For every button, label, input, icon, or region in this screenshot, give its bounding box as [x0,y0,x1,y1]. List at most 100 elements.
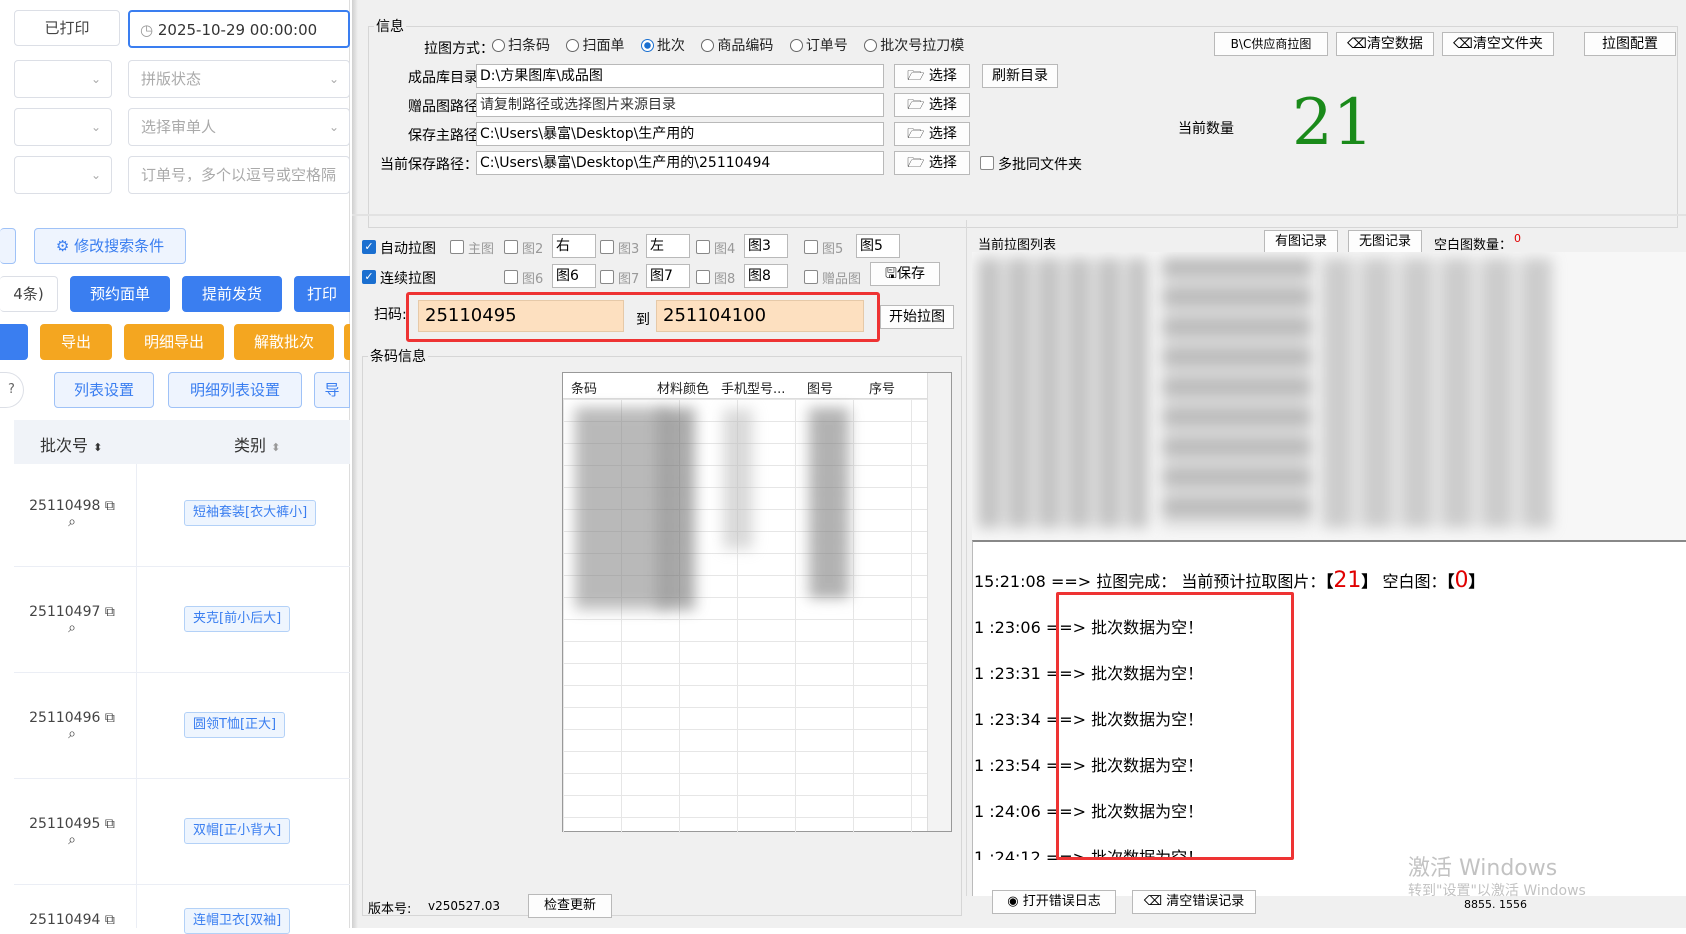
export-button[interactable]: 导出 [40,324,112,360]
check-update-button[interactable]: 检查更新 [528,894,612,918]
img4-value-input[interactable]: 图3 [744,234,788,258]
radio-batch[interactable]: 批次 [640,38,685,54]
copy-icon[interactable]: ⧉ [105,498,115,514]
cur-save-choose-button[interactable]: 🗁 选择 [894,151,970,175]
refresh-dir-button[interactable]: 刷新目录 [982,64,1058,88]
layout-status-select[interactable]: 拼版状态 ⌄ [128,60,350,98]
clear-folder-button[interactable]: ⌫清空文件夹 [1442,32,1554,56]
radio-batch-knife-mold[interactable]: 批次号拉刀模 [864,38,964,54]
col-sequence[interactable]: 序号 [869,378,895,397]
radio-scan-barcode[interactable]: 扫条码 [492,38,550,54]
print-button[interactable]: 打印 [294,276,350,312]
col-image-number[interactable]: 图号 [807,378,833,397]
copy-icon[interactable]: ⧉ [105,604,115,620]
filter-select-3[interactable]: ⌄ [14,156,112,194]
img7-value-input[interactable]: 图7 [646,264,690,288]
detail-export-button[interactable]: 明细导出 [124,324,224,360]
bc-supplier-pull-button[interactable]: B\C供应商拉图 [1214,32,1328,56]
multi-folder-checkbox[interactable] [980,156,994,170]
radio-order-number[interactable]: 订单号 [789,38,848,54]
save-dir-choose-button[interactable]: 🗁 选择 [894,122,970,146]
img5-checkbox[interactable] [804,240,818,254]
radio-scan-waybill[interactable]: 扫面单 [566,38,624,54]
pull-config-button[interactable]: 拉图配置 [1584,32,1676,56]
search-icon[interactable]: ⌕ [68,726,76,742]
search-icon[interactable]: ⌕ [68,832,76,848]
img6-checkbox[interactable] [504,270,518,284]
open-error-log-button[interactable]: ◉ 打开错误日志 [992,890,1116,914]
reserve-waybill-button[interactable]: 预约面单 [70,276,170,312]
image-pull-tool-window: 信息 拉图方式： 扫条码 扫面单 批次 商品编码 订单号 批次号拉刀模 B\C供… [352,0,1686,928]
button-fragment-2[interactable] [344,324,350,360]
col-batch-header[interactable]: 批次号 ⬍ [40,432,102,456]
search-icon[interactable]: ⌕ [68,514,76,530]
lib-dir-input[interactable]: D:\方果图库\成品图 [476,64,884,88]
import-button-fragment[interactable]: 导 [314,372,350,408]
table-row[interactable]: 25110496 ⧉ ⌕ [22,710,122,742]
clear-error-log-button[interactable]: ⌫ 清空错误记录 [1132,890,1256,914]
img3-value-input[interactable]: 左 [646,234,690,258]
help-icon[interactable]: ? [0,372,24,408]
blurred-list-content-3 [1322,258,1552,528]
save-config-button[interactable]: 🖫保存 [870,262,940,286]
table-row[interactable]: 25110497 ⧉ ⌕ [22,604,122,636]
table-row[interactable]: 25110495 ⧉ ⌕ [22,816,122,848]
table-row[interactable]: 25110494 ⧉ [22,912,122,928]
search-icon[interactable]: ⌕ [68,620,76,636]
prev-button-fragment[interactable] [0,228,16,264]
edit-search-button[interactable]: ⚙ 修改搜索条件 [34,228,186,264]
img5-value-input[interactable]: 图5 [856,234,900,258]
reviewer-select[interactable]: 选择审单人 ⌄ [128,108,350,146]
chevron-down-icon: ⌄ [328,72,339,86]
cur-save-input[interactable]: C:\Users\暴富\Desktop\生产用的\25110494 [476,151,884,175]
table-scrollbar[interactable] [927,373,951,831]
img6-value-input[interactable]: 图6 [552,264,596,288]
col-category-header[interactable]: 类别 ⬍ [234,432,280,456]
clear-icon: ⌫ [1347,36,1367,52]
filter-select-1[interactable]: ⌄ [14,60,112,98]
auto-pull-checkbox[interactable]: ✓ [362,240,376,254]
save-dir-input[interactable]: C:\Users\暴富\Desktop\生产用的 [476,122,884,146]
img8-checkbox[interactable] [696,270,710,284]
no-image-record-button[interactable]: 无图记录 [1348,230,1422,254]
printed-tab[interactable]: 已打印 [14,10,120,46]
gift-img-checkbox[interactable] [804,270,818,284]
col-phone-model[interactable]: 手机型号... [721,378,785,397]
scan-from-input[interactable]: 25110495 [418,300,624,332]
img2-checkbox[interactable] [504,240,518,254]
img7-checkbox[interactable] [600,270,614,284]
col-material-color[interactable]: 材料颜色 [657,378,709,397]
copy-icon[interactable]: ⧉ [105,710,115,726]
copy-icon[interactable]: ⧉ [105,816,115,832]
has-image-record-button[interactable]: 有图记录 [1264,230,1338,254]
main-img-checkbox[interactable] [450,240,464,254]
gift-dir-choose-button[interactable]: 🗁 选择 [894,93,970,117]
img8-value-input[interactable]: 图8 [744,264,788,288]
filter-select-2[interactable]: ⌄ [14,108,112,146]
img3-checkbox[interactable] [600,240,614,254]
folder-icon: 🗁 [907,68,925,84]
copy-icon[interactable]: ⧉ [105,912,115,928]
detail-list-settings-button[interactable]: 明细列表设置 [168,372,302,408]
scan-to-input[interactable]: 251104100 [656,300,864,332]
order-number-input[interactable]: 订单号，多个以逗号或空格隔 [128,156,350,194]
gift-dir-input[interactable]: 请复制路径或选择图片来源目录 [476,93,884,117]
list-settings-button[interactable]: 列表设置 [54,372,154,408]
clear-data-button[interactable]: ⌫清空数据 [1336,32,1434,56]
button-fragment[interactable] [0,324,28,360]
clear-icon: ⌫ [1143,894,1163,909]
pull-mode-label: 拉图方式： [424,41,494,57]
start-pull-button[interactable]: 开始拉图 [880,305,954,329]
save-icon: 🖫 [885,266,897,282]
unbatch-button[interactable]: 解散批次 [234,324,334,360]
col-barcode[interactable]: 条码 [571,378,597,397]
current-qty-label: 当前数量 [1178,121,1234,137]
continuous-pull-checkbox[interactable]: ✓ [362,270,376,284]
radio-product-code[interactable]: 商品编码 [701,38,773,54]
lib-dir-choose-button[interactable]: 🗁 选择 [894,64,970,88]
table-row[interactable]: 25110498 ⧉ ⌕ [22,498,122,530]
date-input[interactable]: ◷ 2025-10-29 00:00:00 [128,10,350,48]
img2-value-input[interactable]: 右 [552,234,596,258]
img4-checkbox[interactable] [696,240,710,254]
early-ship-button[interactable]: 提前发货 [182,276,282,312]
